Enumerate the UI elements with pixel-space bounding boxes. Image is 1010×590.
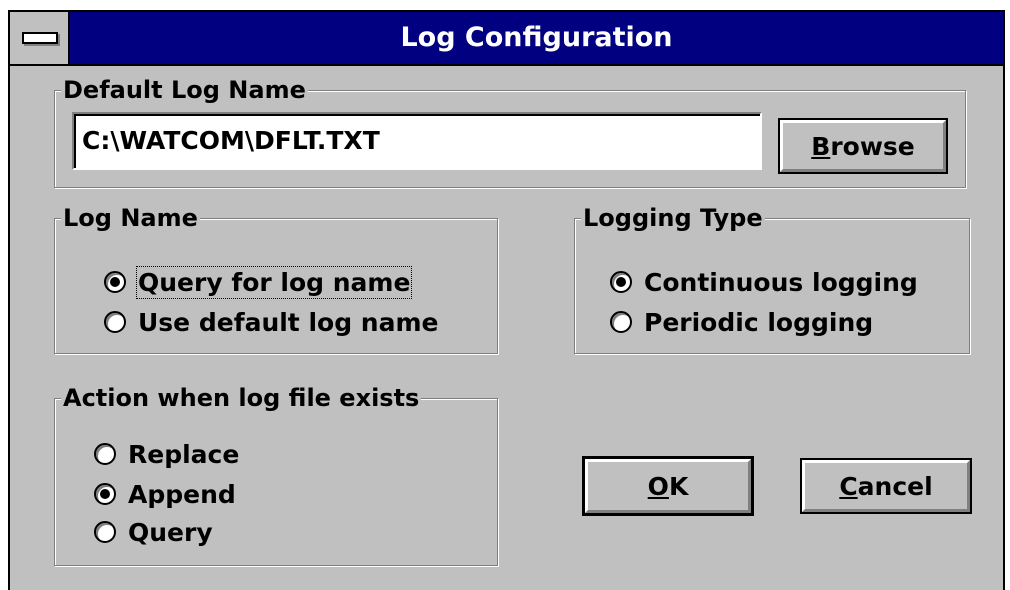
- default-log-name-label: Default Log Name: [61, 75, 308, 105]
- ok-label: K: [668, 471, 689, 501]
- radio-label: Continuous logging: [644, 267, 918, 297]
- radio-label: Use default log name: [138, 307, 439, 337]
- radio-append[interactable]: Append: [94, 476, 236, 512]
- system-menu-button[interactable]: [10, 12, 70, 64]
- ok-button[interactable]: OK: [582, 456, 754, 516]
- radio-button[interactable]: [94, 443, 116, 465]
- window-title: Log Configuration: [400, 22, 673, 53]
- radio-button[interactable]: [94, 521, 116, 543]
- browse-button[interactable]: Browse: [778, 118, 948, 174]
- title-bar: Log Configuration: [10, 12, 1003, 66]
- default-log-name-input[interactable]: [82, 118, 742, 162]
- radio-label: Query: [128, 517, 213, 547]
- radio-query-for-log-name[interactable]: Query for log name: [104, 264, 413, 300]
- system-menu-icon: [22, 32, 58, 44]
- radio-query[interactable]: Query: [94, 514, 213, 550]
- default-log-name-field[interactable]: [72, 112, 762, 170]
- radio-periodic-logging[interactable]: Periodic logging: [610, 304, 873, 340]
- radio-use-default-log-name[interactable]: Use default log name: [104, 304, 438, 340]
- radio-label: Replace: [128, 439, 240, 469]
- radio-label: Append: [128, 479, 236, 509]
- cancel-label: ancel: [857, 471, 933, 501]
- browse-accelerator: B: [811, 131, 831, 161]
- radio-continuous-logging[interactable]: Continuous logging: [610, 264, 918, 300]
- cancel-accelerator: C: [839, 471, 858, 501]
- radio-label: Periodic logging: [644, 307, 874, 337]
- radio-button[interactable]: [610, 271, 632, 293]
- radio-button[interactable]: [104, 311, 126, 333]
- cancel-button[interactable]: Cancel: [800, 458, 972, 514]
- radio-label: Query for log name: [135, 265, 413, 299]
- radio-button[interactable]: [94, 483, 116, 505]
- ok-accelerator: O: [647, 471, 669, 501]
- radio-button[interactable]: [610, 311, 632, 333]
- log-name-label: Log Name: [61, 203, 200, 233]
- logging-type-label: Logging Type: [581, 203, 765, 233]
- action-when-exists-label: Action when log file exists: [61, 383, 422, 413]
- browse-label: rowse: [830, 131, 915, 161]
- radio-button[interactable]: [104, 271, 126, 293]
- radio-replace[interactable]: Replace: [94, 436, 239, 472]
